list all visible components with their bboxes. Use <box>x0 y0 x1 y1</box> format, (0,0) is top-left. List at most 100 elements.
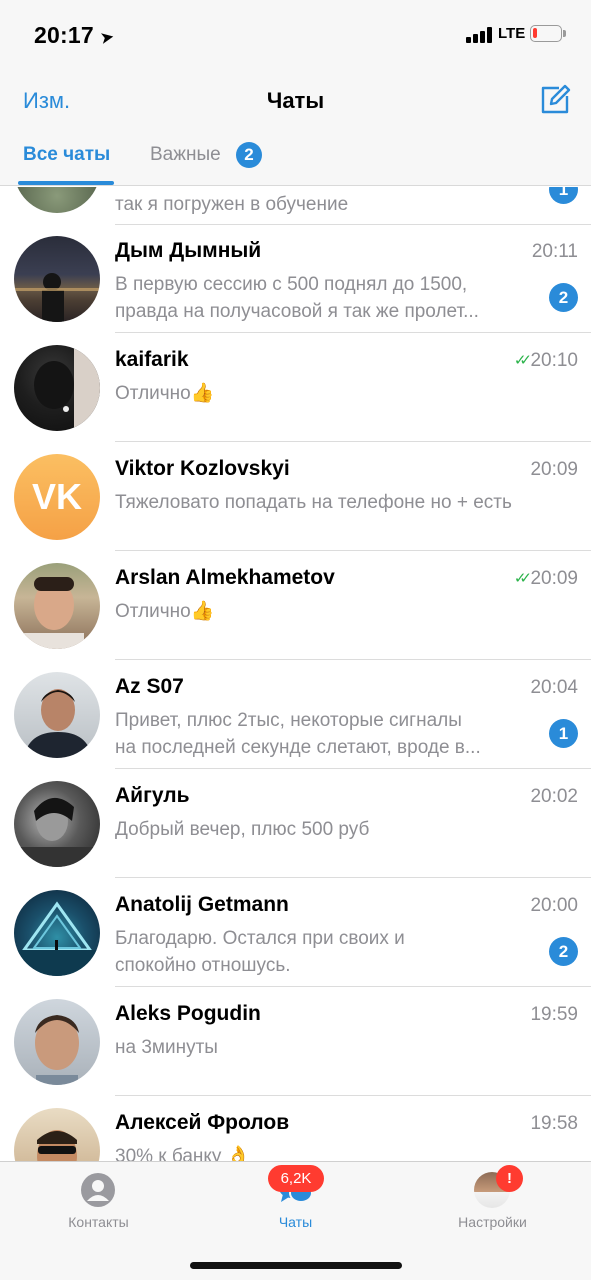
chats-unread-badge: 6,2K <box>268 1165 324 1192</box>
avatar <box>14 781 100 867</box>
tab-settings-label: Настройки <box>458 1214 527 1230</box>
row-divider <box>115 332 591 333</box>
preview-line: Благодарю. Остался при своих и <box>115 928 405 949</box>
avatar: VK <box>14 454 100 540</box>
preview-line: Добрый вечер, плюс 500 руб <box>115 819 370 840</box>
row-divider <box>115 877 591 878</box>
tab-contacts-label: Контакты <box>68 1214 129 1230</box>
row-divider <box>115 659 591 660</box>
message-preview: 30% к банку 👌 <box>115 1143 545 1161</box>
chat-row[interactable]: так я погружен в обучение 1 <box>0 187 591 225</box>
status-time: 20:17 ➤ <box>34 22 116 49</box>
message-preview: В первую сессию с 500 поднял до 1500, пр… <box>115 271 545 325</box>
row-divider <box>115 768 591 769</box>
avatar <box>14 187 100 213</box>
settings-alert-badge: ! <box>496 1165 523 1192</box>
chat-time: 20:09 <box>530 459 578 480</box>
chat-name: Aleks Pogudin <box>115 1002 261 1025</box>
chat-name: Anatolij Getmann <box>115 893 289 916</box>
row-divider <box>115 986 591 987</box>
preview-line: Отлично👍 <box>115 383 215 404</box>
chat-row[interactable]: Anatolij Getmann 20:00 Благодарю. Осталс… <box>0 879 591 987</box>
avatar <box>14 236 100 322</box>
chat-name: Айгуль <box>115 784 190 807</box>
avatar-initials: VK <box>31 476 82 517</box>
read-checkmarks-icon: ✓✓ <box>513 352 532 369</box>
status-time-text: 20:17 <box>34 22 94 48</box>
preview-line: спокойно отношусь. <box>115 955 291 976</box>
network-type: LTE <box>498 25 526 42</box>
chat-folder-tabs: Все чаты Важные <box>0 132 591 186</box>
preview-line: В первую сессию с 500 поднял до 1500, <box>115 274 468 295</box>
chat-time: 20:00 <box>530 895 578 916</box>
row-divider <box>115 550 591 551</box>
preview-line: Тяжеловато попадать на телефоне но + ест… <box>115 492 512 513</box>
unread-badge: 1 <box>549 187 578 204</box>
chat-name: Алексей Фролов <box>115 1111 290 1134</box>
avatar <box>14 672 100 758</box>
chat-time: 20:02 <box>530 786 578 807</box>
message-preview: Отлично👍 <box>115 598 545 625</box>
chat-time: 20:11 <box>531 241 578 262</box>
preview-line: так я погружен в обучение <box>115 194 349 215</box>
chat-row[interactable]: VK Viktor Kozlovskyi 20:09 Тяжеловато по… <box>0 443 591 551</box>
chat-row[interactable]: kaifarik ✓✓ 20:10 Отлично👍 <box>0 334 591 442</box>
compose-icon[interactable] <box>539 84 571 116</box>
preview-line: на последней секунде слетают, вроде в... <box>115 737 481 758</box>
chat-row[interactable]: Айгуль 20:02 Добрый вечер, плюс 500 руб <box>0 770 591 878</box>
avatar <box>14 345 100 431</box>
read-checkmarks-icon: ✓✓ <box>513 570 532 587</box>
chat-name: Дым Дымный <box>115 239 262 262</box>
avatar <box>14 563 100 649</box>
row-divider <box>115 441 591 442</box>
message-preview: Добрый вечер, плюс 500 руб <box>115 816 545 843</box>
avatar <box>14 999 100 1085</box>
chat-name: Viktor Kozlovskyi <box>115 457 290 480</box>
signal-strength-icon <box>466 27 494 43</box>
message-preview: Благодарю. Остался при своих и спокойно … <box>115 925 545 979</box>
message-preview: так я погружен в обучение <box>115 191 545 218</box>
tab-settings[interactable]: Настройки <box>394 1162 591 1242</box>
active-tab-indicator <box>18 181 114 185</box>
page-title: Чаты <box>266 88 325 113</box>
chat-time: 19:58 <box>530 1113 578 1134</box>
chat-time: 20:10 <box>530 350 578 371</box>
preview-line: 30% к банку 👌 <box>115 1146 251 1161</box>
chat-row[interactable]: Алексей Фролов 19:58 30% к банку 👌 <box>0 1097 591 1161</box>
status-bar: 20:17 ➤ LTE <box>0 0 591 70</box>
chat-time: 20:04 <box>530 677 578 698</box>
avatar <box>14 890 100 976</box>
preview-line: на 3минуты <box>115 1037 218 1058</box>
message-preview: на 3минуты <box>115 1034 545 1061</box>
unread-badge: 2 <box>549 283 578 312</box>
preview-line: Привет, плюс 2тыс, некоторые сигналы <box>115 710 462 731</box>
message-preview: Отлично👍 <box>115 380 545 407</box>
chat-row[interactable]: Arslan Almekhametov ✓✓ 20:09 Отлично👍 <box>0 552 591 660</box>
preview-line: Отлично👍 <box>115 601 215 622</box>
message-preview: Привет, плюс 2тыс, некоторые сигналы на … <box>115 707 545 761</box>
important-unread-badge: 2 <box>236 142 262 168</box>
location-arrow-icon: ➤ <box>98 26 116 49</box>
chat-name: Arslan Almekhametov <box>115 566 335 589</box>
chat-name: kaifarik <box>115 348 189 371</box>
home-indicator <box>190 1262 402 1269</box>
tab-chats-label: Чаты <box>278 1214 313 1230</box>
avatar <box>14 1108 100 1161</box>
chat-row[interactable]: Дым Дымный 20:11 В первую сессию с 500 п… <box>0 225 591 333</box>
preview-line: правда на получасовой я так же пролет... <box>115 301 479 322</box>
unread-badge: 2 <box>549 937 578 966</box>
chat-time: 20:09 <box>530 568 578 589</box>
chat-name: Az S07 <box>115 675 184 698</box>
message-preview: Тяжеловато попадать на телефоне но + ест… <box>115 489 575 516</box>
battery-icon <box>530 25 566 42</box>
unread-badge: 1 <box>549 719 578 748</box>
contacts-icon <box>81 1173 115 1207</box>
chat-row[interactable]: Aleks Pogudin 19:59 на 3минуты <box>0 988 591 1096</box>
tab-all-chats[interactable]: Все чаты <box>23 144 110 166</box>
chat-time: 19:59 <box>530 1004 578 1025</box>
navigation-bar: Изм. Чаты <box>0 70 591 132</box>
tab-contacts[interactable]: Контакты <box>0 1162 197 1242</box>
chat-row[interactable]: Az S07 20:04 Привет, плюс 2тыс, некоторы… <box>0 661 591 769</box>
tab-important[interactable]: Важные <box>150 144 221 166</box>
chat-list: так я погружен в обучение 1 Дым Дымный 2… <box>0 187 591 1161</box>
